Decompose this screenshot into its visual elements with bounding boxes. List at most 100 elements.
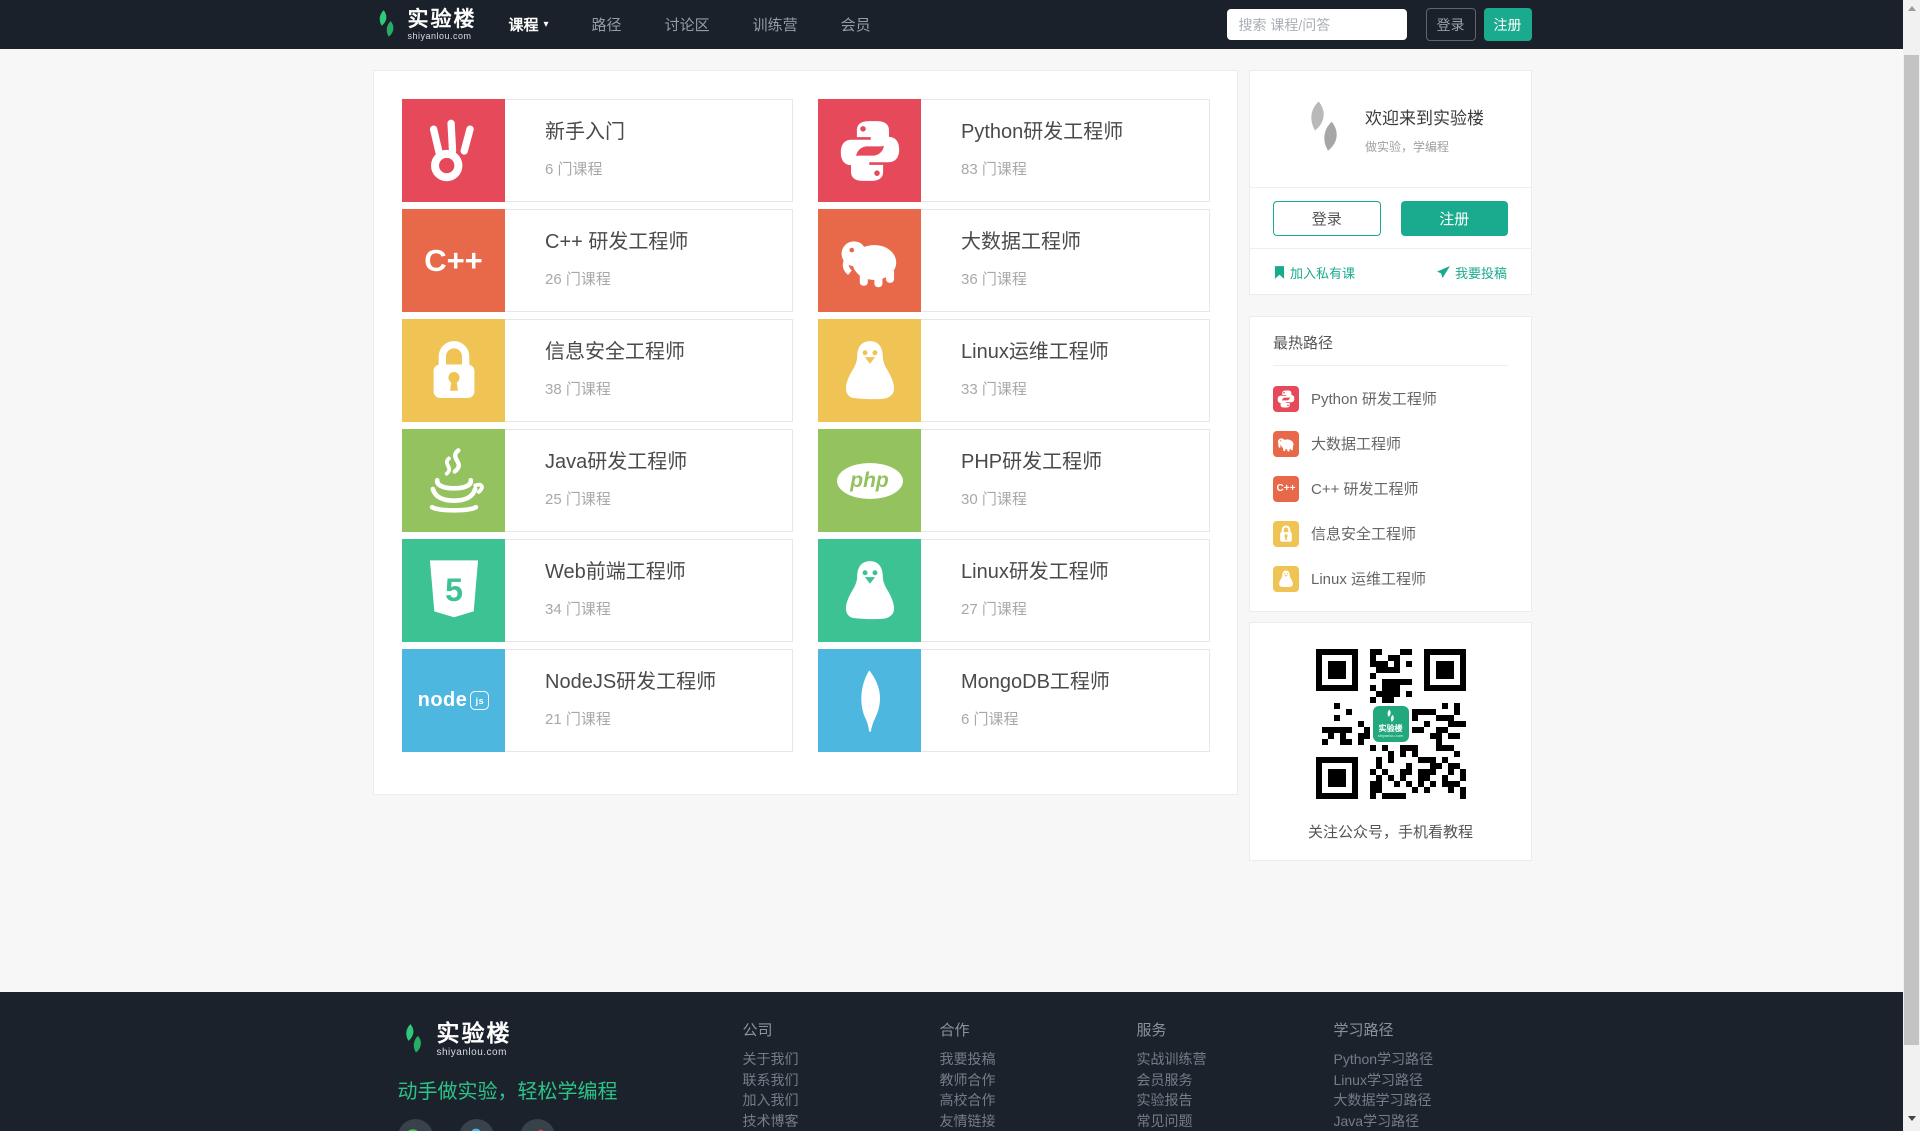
footer-column-title: 服务 xyxy=(1137,1019,1334,1040)
path-title: Web前端工程师 xyxy=(545,559,792,585)
hot-path-label: C++ 研发工程师 xyxy=(1311,478,1419,499)
path-count: 21 门课程 xyxy=(545,708,792,729)
footer-column-title: 公司 xyxy=(743,1019,940,1040)
path-count: 83 门课程 xyxy=(961,158,1209,179)
footer-link[interactable]: 实战训练营 xyxy=(1137,1049,1334,1070)
path-info: Java研发工程师 25 门课程 xyxy=(505,429,793,532)
lock-icon xyxy=(419,336,489,406)
hot-path-item[interactable]: Linux 运维工程师 xyxy=(1273,556,1508,601)
login-button[interactable]: 登录 xyxy=(1426,8,1476,41)
welcome-links: 加入私有课 我要投稿 xyxy=(1250,249,1531,282)
footer-link[interactable]: 常见问题 xyxy=(1137,1111,1334,1131)
python-icon xyxy=(835,116,905,186)
footer-link[interactable]: Java学习路径 xyxy=(1334,1111,1531,1131)
path-card[interactable]: 5 Web前端工程师 34 门课程 xyxy=(402,539,793,642)
qr-caption: 关注公众号，手机看教程 xyxy=(1250,821,1531,842)
footer-link[interactable]: 我要投稿 xyxy=(940,1049,1137,1070)
hot-path-icon-tile: C++ xyxy=(1273,476,1299,502)
path-info: NodeJS研发工程师 21 门课程 xyxy=(505,649,793,752)
penguin-icon xyxy=(835,336,905,406)
welcome-buttons: 登录 注册 xyxy=(1250,188,1531,249)
path-card[interactable]: php PHP研发工程师 30 门课程 xyxy=(818,429,1210,532)
lock-icon xyxy=(1276,524,1296,544)
path-card[interactable]: Python研发工程师 83 门课程 xyxy=(818,99,1210,202)
search-input[interactable] xyxy=(1227,9,1407,40)
footer-link[interactable]: Python学习路径 xyxy=(1334,1049,1531,1070)
footer-slogan: 动手做实验，轻松学编程 xyxy=(398,1075,743,1104)
scrollbar-thumb[interactable] xyxy=(1904,55,1919,1045)
path-count: 27 门课程 xyxy=(961,598,1209,619)
nav-links: 课程 ▾ 路径 讨论区 训练营 会员 xyxy=(509,14,871,35)
path-count: 26 门课程 xyxy=(545,268,792,289)
footer-link[interactable]: 实验报告 xyxy=(1137,1090,1334,1111)
footer-link[interactable]: Linux学习路径 xyxy=(1334,1070,1531,1091)
path-icon-tile: C++ xyxy=(402,209,505,312)
weibo-icon[interactable] xyxy=(520,1119,555,1131)
footer-column: 公司 关于我们联系我们加入我们技术博客 xyxy=(743,1019,940,1131)
sidebar-register-button[interactable]: 注册 xyxy=(1401,201,1509,236)
path-card[interactable]: 新手入门 6 门课程 xyxy=(402,99,793,202)
path-info: Linux运维工程师 33 门课程 xyxy=(921,319,1210,422)
scrollbar-up-arrow[interactable] xyxy=(1903,0,1920,17)
register-button[interactable]: 注册 xyxy=(1484,8,1532,41)
path-card[interactable]: Linux研发工程师 27 门课程 xyxy=(818,539,1210,642)
footer-column-title: 合作 xyxy=(940,1019,1137,1040)
footer-link[interactable]: 加入我们 xyxy=(743,1090,940,1111)
path-icon-tile xyxy=(402,99,505,202)
footer-link[interactable]: 大数据学习路径 xyxy=(1334,1090,1531,1111)
qr-logo-badge: 实验楼 shiyanlou.com xyxy=(1370,703,1412,745)
nav-link-membership[interactable]: 会员 xyxy=(841,14,871,35)
welcome-header: 欢迎来到实验楼 做实验，学编程 xyxy=(1250,71,1531,188)
footer-brand-name: 实验楼 xyxy=(437,1022,512,1045)
path-count: 6 门课程 xyxy=(961,708,1209,729)
hot-path-item[interactable]: C++ C++ 研发工程师 xyxy=(1273,466,1508,511)
path-info: MongoDB工程师 6 门课程 xyxy=(921,649,1210,752)
path-title: Linux研发工程师 xyxy=(961,559,1209,585)
path-title: PHP研发工程师 xyxy=(961,449,1209,475)
hot-path-item[interactable]: 信息安全工程师 xyxy=(1273,511,1508,556)
path-card[interactable]: nodejs NodeJS研发工程师 21 门课程 xyxy=(402,649,793,752)
footer-link[interactable]: 联系我们 xyxy=(743,1070,940,1091)
svg-text:5: 5 xyxy=(445,572,463,608)
path-count: 38 门课程 xyxy=(545,378,792,399)
nav-link-bootcamp[interactable]: 训练营 xyxy=(753,14,798,35)
path-title: MongoDB工程师 xyxy=(961,669,1209,695)
nav-link-courses-label: 课程 xyxy=(509,14,539,35)
qq-icon[interactable] xyxy=(459,1119,494,1131)
hot-path-item[interactable]: 大数据工程师 xyxy=(1273,421,1508,466)
nav-link-paths[interactable]: 路径 xyxy=(592,14,622,35)
path-card[interactable]: MongoDB工程师 6 门课程 xyxy=(818,649,1210,752)
path-icon-tile xyxy=(402,319,505,422)
path-icon-tile: 5 xyxy=(402,539,505,642)
cpp-icon: C++ xyxy=(1277,483,1296,494)
path-count: 6 门课程 xyxy=(545,158,792,179)
shiyanlou-logo-icon xyxy=(398,1022,428,1058)
hot-path-icon-tile xyxy=(1273,566,1299,592)
qr-badge-name: 实验楼 xyxy=(1379,725,1403,733)
nav-link-forum[interactable]: 讨论区 xyxy=(665,14,710,35)
footer-link[interactable]: 高校合作 xyxy=(940,1090,1137,1111)
scrollbar-down-arrow[interactable] xyxy=(1903,1110,1920,1127)
footer-link[interactable]: 教师合作 xyxy=(940,1070,1137,1091)
footer-link[interactable]: 技术博客 xyxy=(743,1111,940,1131)
submit-post-link[interactable]: 我要投稿 xyxy=(1437,263,1507,282)
footer-column-title: 学习路径 xyxy=(1334,1019,1531,1040)
path-info: Python研发工程师 83 门课程 xyxy=(921,99,1210,202)
path-card[interactable]: Linux运维工程师 33 门课程 xyxy=(818,319,1210,422)
sidebar-login-button[interactable]: 登录 xyxy=(1273,201,1381,236)
footer-link[interactable]: 会员服务 xyxy=(1137,1070,1334,1091)
path-card[interactable]: Java研发工程师 25 门课程 xyxy=(402,429,793,532)
brand-logo[interactable]: 实验楼 shiyanlou.com xyxy=(372,8,477,42)
private-course-link[interactable]: 加入私有课 xyxy=(1274,263,1355,282)
footer-link[interactable]: 友情链接 xyxy=(940,1111,1137,1131)
paths-grid: 新手入门 6 门课程 Python研发工程师 83 门课程 C++ C++ 研发… xyxy=(374,71,1237,752)
wechat-icon[interactable] xyxy=(398,1119,433,1131)
path-card[interactable]: C++ C++ 研发工程师 26 门课程 xyxy=(402,209,793,312)
path-title: 新手入门 xyxy=(545,119,792,145)
footer-link[interactable]: 关于我们 xyxy=(743,1049,940,1070)
path-card[interactable]: 信息安全工程师 38 门课程 xyxy=(402,319,793,422)
nav-link-courses[interactable]: 课程 ▾ xyxy=(509,14,549,35)
path-card[interactable]: 大数据工程师 36 门课程 xyxy=(818,209,1210,312)
footer-social xyxy=(398,1119,743,1131)
hot-path-item[interactable]: Python 研发工程师 xyxy=(1273,376,1508,421)
